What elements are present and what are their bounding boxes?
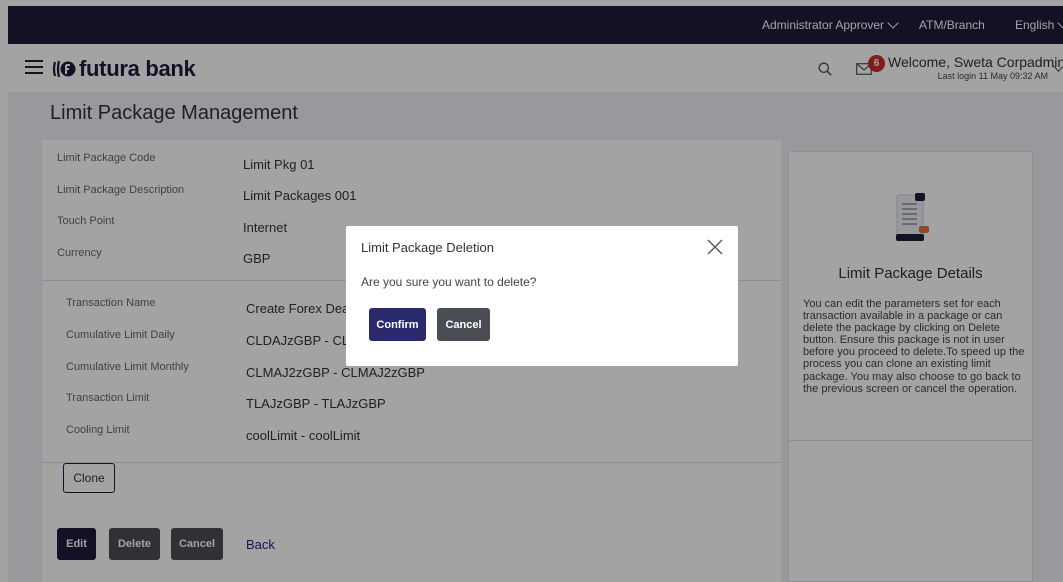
dialog-cancel-button[interactable]: Cancel — [437, 308, 490, 341]
dialog-message: Are you sure you want to delete? — [361, 275, 537, 289]
close-icon[interactable] — [706, 238, 724, 256]
confirm-button[interactable]: Confirm — [369, 308, 426, 341]
dialog-title: Limit Package Deletion — [361, 240, 494, 255]
delete-confirmation-dialog: Limit Package Deletion Are you sure you … — [346, 226, 738, 366]
